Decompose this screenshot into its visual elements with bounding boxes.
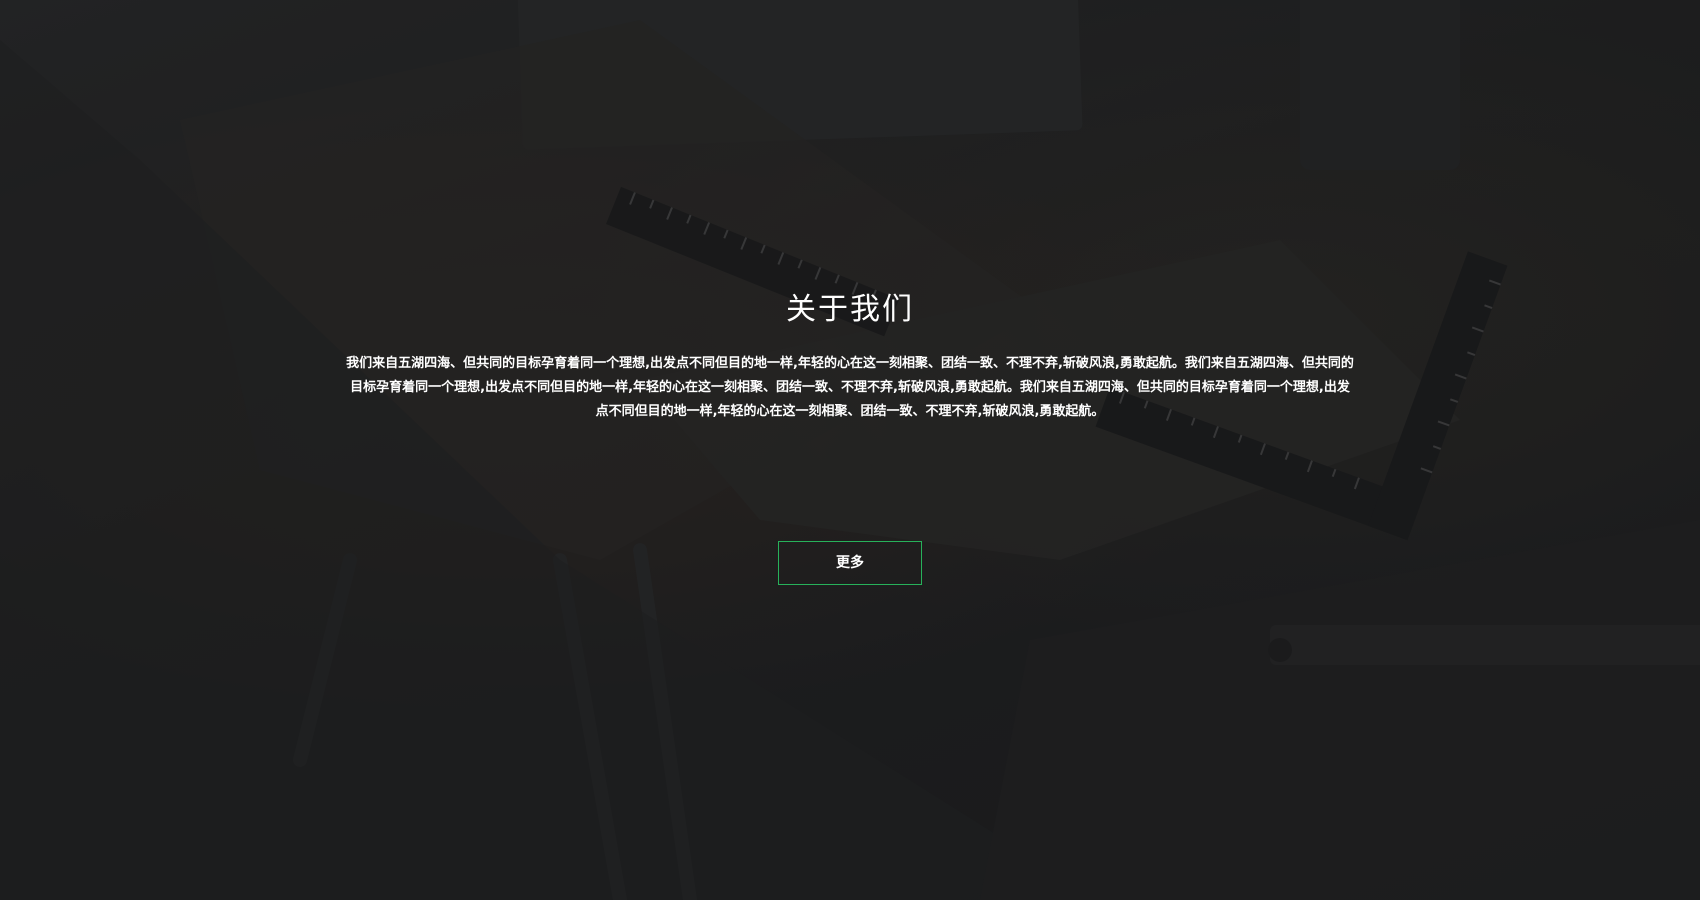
section-description: 我们来自五湖四海、但共同的目标孕育着同一个理想,出发点不同但目的地一样,年轻的心…	[346, 356, 1354, 419]
about-section: 关于我们 我们来自五湖四海、但共同的目标孕育着同一个理想,出发点不同但目的地一样…	[0, 0, 1700, 900]
about-content: 关于我们 我们来自五湖四海、但共同的目标孕育着同一个理想,出发点不同但目的地一样…	[0, 0, 1700, 900]
section-title: 关于我们	[786, 292, 914, 327]
more-button[interactable]: 更多	[778, 541, 922, 585]
